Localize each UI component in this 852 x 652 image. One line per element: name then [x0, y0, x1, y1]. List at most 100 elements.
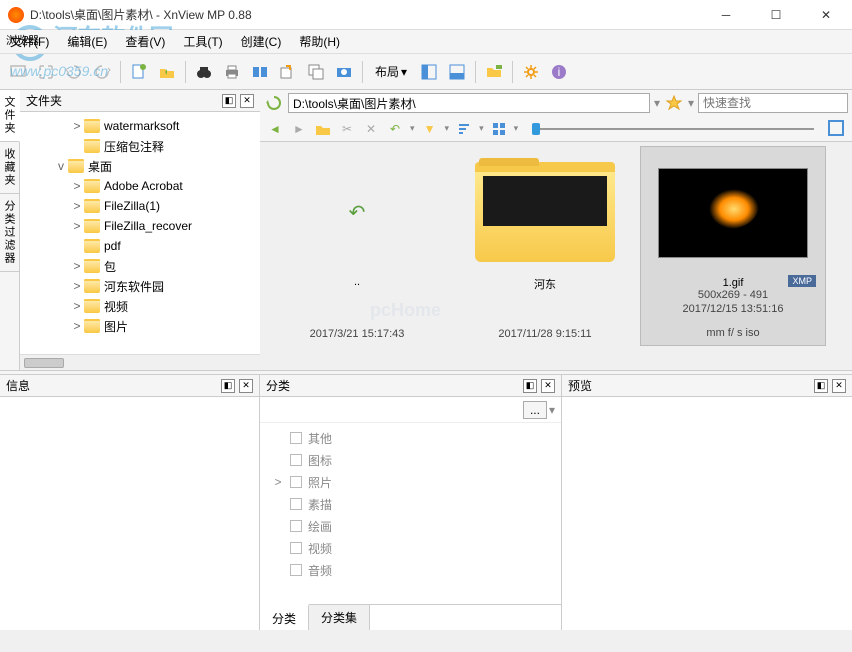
cat-float-button[interactable]: ◧: [523, 379, 537, 393]
category-tab[interactable]: 分类: [260, 604, 309, 630]
dock-float-button[interactable]: ◧: [222, 94, 236, 108]
tool-tag-icon[interactable]: [482, 60, 506, 84]
tree-item[interactable]: v桌面: [22, 156, 258, 176]
tree-item[interactable]: >Adobe Acrobat: [22, 176, 258, 196]
folder-icon: [475, 162, 615, 262]
preview-pane-title: 预览: [568, 377, 814, 394]
window-title: D:\tools\桌面\图片素材\ - XnView MP 0.88: [30, 6, 708, 23]
tool-view2-icon[interactable]: [445, 60, 469, 84]
nav-view-icon[interactable]: [490, 120, 508, 138]
tool-fullscreen-icon[interactable]: [34, 60, 58, 84]
tool-about-icon[interactable]: i: [547, 60, 571, 84]
tool-new-icon[interactable]: [127, 60, 151, 84]
nav-filter-icon[interactable]: ▼: [421, 120, 439, 138]
nav-forward-icon[interactable]: ►: [290, 120, 308, 138]
tool-folder-up-icon[interactable]: [155, 60, 179, 84]
category-item[interactable]: 素描: [272, 493, 549, 515]
search-input[interactable]: [698, 93, 848, 113]
category-pane-header: 分类 ◧✕: [260, 375, 561, 397]
minimize-button[interactable]: ─: [708, 3, 744, 27]
dock-close-button[interactable]: ✕: [240, 94, 254, 108]
info-content: [0, 397, 259, 630]
nav-back-icon[interactable]: ◄: [266, 120, 284, 138]
cat-close-button[interactable]: ✕: [541, 379, 555, 393]
menubar: 文件(F) 编辑(E) 查看(V) 工具(T) 创建(C) 帮助(H): [0, 30, 852, 54]
menu-view[interactable]: 查看(V): [121, 31, 169, 52]
tool-rotate-left-icon[interactable]: [62, 60, 86, 84]
address-input[interactable]: [288, 93, 650, 113]
thumb-parent[interactable]: ↶ .. 2017/3/21 15:17:43: [264, 146, 450, 346]
folder-tree[interactable]: >watermarksoft压缩包注释v桌面>Adobe Acrobat>Fil…: [20, 112, 260, 354]
preview-float-button[interactable]: ◧: [814, 379, 828, 393]
category-item[interactable]: 音频: [272, 559, 549, 581]
tool-binoculars-icon[interactable]: [192, 60, 216, 84]
nav-toolbar: ◄ ► ✂ ✕ ↶▾ ▼▾ ▾ ▾: [260, 116, 852, 142]
tree-hscroll[interactable]: [20, 354, 260, 370]
tree-item[interactable]: >包: [22, 256, 258, 276]
thumb-image[interactable]: XMP 1.gif 500x269 - 491 2017/12/15 13:51…: [640, 146, 826, 346]
vtab-folder[interactable]: 文件夹: [0, 90, 20, 142]
preview-pane-header: 预览 ◧ ✕: [562, 375, 852, 397]
vtab-favorites[interactable]: 收藏夹: [0, 142, 19, 194]
refresh-icon[interactable]: [264, 93, 284, 113]
tool-camera-icon[interactable]: [332, 60, 356, 84]
menu-tools[interactable]: 工具(T): [179, 31, 226, 52]
xmp-badge: XMP: [788, 275, 816, 287]
nav-delete-icon[interactable]: ✕: [362, 120, 380, 138]
category-list[interactable]: 其他图标>照片素描绘画视频音频: [260, 423, 561, 604]
tool-settings-icon[interactable]: [519, 60, 543, 84]
image-thumbnail: [658, 168, 808, 258]
thumbnail-area[interactable]: ↶ .. 2017/3/21 15:17:43 河东 2017/11/28 9:…: [260, 142, 852, 370]
category-set-tab[interactable]: 分类集: [309, 605, 370, 630]
tree-item[interactable]: >watermarksoft: [22, 116, 258, 136]
category-item[interactable]: 绘画: [272, 515, 549, 537]
tree-item[interactable]: >视频: [22, 296, 258, 316]
tree-item[interactable]: pdf: [22, 236, 258, 256]
tool-compare-icon[interactable]: [248, 60, 272, 84]
tree-item[interactable]: >河东软件园: [22, 276, 258, 296]
folder-pane-header: 文件夹 ◧ ✕: [20, 90, 260, 112]
preview-close-button[interactable]: ✕: [832, 379, 846, 393]
tree-item[interactable]: >FileZilla(1): [22, 196, 258, 216]
zoom-slider[interactable]: [524, 128, 822, 130]
close-button[interactable]: ✕: [808, 3, 844, 27]
parent-folder-icon: ↶: [345, 200, 369, 224]
category-more-button[interactable]: ...: [523, 401, 547, 419]
tree-item[interactable]: 压缩包注释: [22, 136, 258, 156]
favorite-star-icon[interactable]: [664, 93, 684, 113]
category-item[interactable]: 视频: [272, 537, 549, 559]
thumb-folder[interactable]: 河东 2017/11/28 9:15:11: [452, 146, 638, 346]
category-item[interactable]: 图标: [272, 449, 549, 471]
addressbar: ▾ ▾: [260, 90, 852, 116]
vtab-filter[interactable]: 分类过滤器: [0, 194, 19, 272]
nav-up-icon[interactable]: ↶: [386, 120, 404, 138]
category-item[interactable]: >照片: [272, 471, 549, 493]
menu-edit[interactable]: 编辑(E): [63, 31, 111, 52]
tool-screen-icon[interactable]: [6, 60, 30, 84]
tree-item[interactable]: >FileZilla_recover: [22, 216, 258, 236]
tool-rotate-right-icon[interactable]: [90, 60, 114, 84]
nav-folder-icon[interactable]: [314, 120, 332, 138]
menu-create[interactable]: 创建(C): [237, 31, 286, 52]
folder-pane-title: 文件夹: [26, 92, 222, 109]
svg-text:i: i: [558, 65, 561, 79]
info-pane-title: 信息: [6, 377, 221, 394]
thumbnail-fullscreen-icon[interactable]: [828, 120, 846, 138]
titlebar: D:\tools\桌面\图片素材\ - XnView MP 0.88 ─ ☐ ✕: [0, 0, 852, 30]
nav-cut-icon[interactable]: ✂: [338, 120, 356, 138]
vertical-tabs: 文件夹 收藏夹 分类过滤器: [0, 90, 20, 370]
nav-sort-icon[interactable]: [455, 120, 473, 138]
tree-item[interactable]: >图片: [22, 316, 258, 336]
tool-print-icon[interactable]: [220, 60, 244, 84]
category-item[interactable]: 其他: [272, 427, 549, 449]
tool-batch-icon[interactable]: [304, 60, 328, 84]
menu-help[interactable]: 帮助(H): [295, 31, 344, 52]
info-float-button[interactable]: ◧: [221, 379, 235, 393]
tool-view1-icon[interactable]: [417, 60, 441, 84]
maximize-button[interactable]: ☐: [758, 3, 794, 27]
browser-tab[interactable]: 浏览器: [2, 32, 43, 48]
info-pane-header: 信息 ◧ ✕: [0, 375, 259, 397]
info-close-button[interactable]: ✕: [239, 379, 253, 393]
layout-button[interactable]: 布局▾: [369, 61, 413, 82]
tool-convert-icon[interactable]: [276, 60, 300, 84]
